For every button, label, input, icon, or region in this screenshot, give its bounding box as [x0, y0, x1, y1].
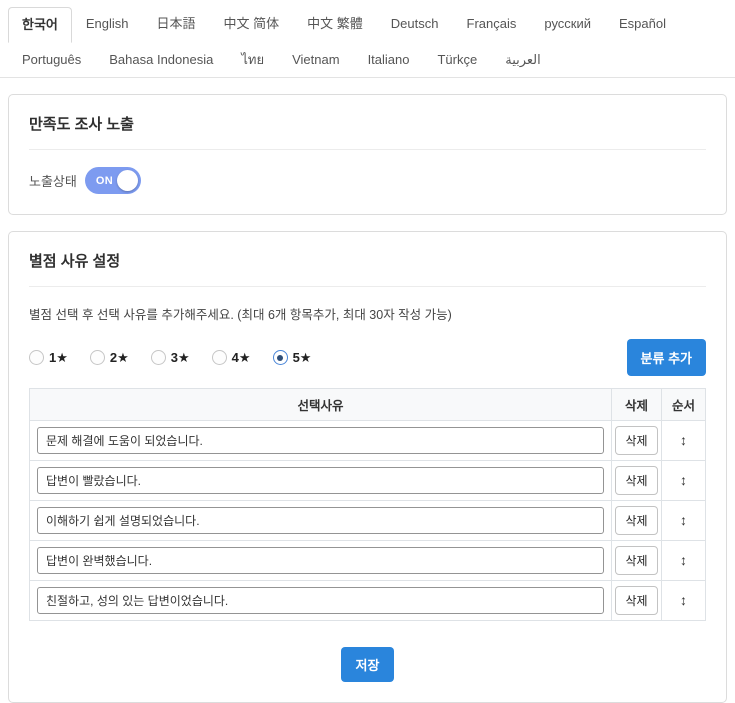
- add-category-button[interactable]: 분류 추가: [627, 339, 706, 376]
- language-tab-15[interactable]: العربية: [491, 42, 555, 78]
- star-radio-label: 2★: [110, 350, 129, 366]
- delete-cell: 삭제: [612, 461, 662, 501]
- radio-circle-icon[interactable]: [29, 350, 44, 365]
- language-tab-14[interactable]: Türkçe: [423, 42, 491, 78]
- delete-cell: 삭제: [612, 421, 662, 461]
- reorder-handle-icon[interactable]: ↕: [680, 592, 687, 608]
- star-radio-5[interactable]: 5★: [273, 350, 312, 366]
- language-tab-10[interactable]: Bahasa Indonesia: [95, 42, 227, 78]
- exposure-status-label: 노출상태: [29, 171, 77, 190]
- order-column-header: 순서: [662, 389, 706, 421]
- delete-cell: 삭제: [612, 581, 662, 621]
- reason-cell: [30, 421, 612, 461]
- star-radio-label: 3★: [171, 350, 190, 366]
- language-tab-2[interactable]: 日本語: [143, 6, 210, 42]
- star-radio-4[interactable]: 4★: [212, 350, 251, 366]
- delete-cell: 삭제: [612, 541, 662, 581]
- language-tab-12[interactable]: Vietnam: [278, 42, 353, 78]
- reason-table: 선택사유 삭제 순서 삭제 ↕ 삭제 ↕ 삭제 ↕ 삭제 ↕ 삭제 ↕: [29, 388, 706, 621]
- reason-input-4[interactable]: [37, 587, 604, 614]
- language-tab-bar: 한국어English日本語中文 简体中文 繁體DeutschFrançaisру…: [0, 0, 735, 78]
- toggle-knob-icon: [117, 170, 138, 191]
- star-radio-label: 1★: [49, 350, 68, 366]
- language-tab-4[interactable]: 中文 繁體: [293, 6, 377, 42]
- delete-button-0[interactable]: 삭제: [615, 426, 657, 455]
- toggle-on-text: ON: [96, 175, 113, 187]
- language-tab-6[interactable]: Français: [453, 6, 531, 42]
- survey-exposure-card: 만족도 조사 노출 노출상태 ON: [8, 94, 727, 215]
- reason-cell: [30, 501, 612, 541]
- radio-circle-icon[interactable]: [273, 350, 288, 365]
- delete-column-header: 삭제: [612, 389, 662, 421]
- reason-row-4: 삭제 ↕: [30, 581, 706, 621]
- delete-cell: 삭제: [612, 501, 662, 541]
- star-radio-label: 4★: [232, 350, 251, 366]
- language-tab-8[interactable]: Español: [605, 6, 680, 42]
- reason-row-0: 삭제 ↕: [30, 421, 706, 461]
- reason-input-2[interactable]: [37, 507, 604, 534]
- order-cell: ↕: [662, 581, 706, 621]
- radio-circle-icon[interactable]: [90, 350, 105, 365]
- language-tab-13[interactable]: Italiano: [354, 42, 424, 78]
- reason-column-header: 선택사유: [30, 389, 612, 421]
- reorder-handle-icon[interactable]: ↕: [680, 512, 687, 528]
- order-cell: ↕: [662, 501, 706, 541]
- reason-input-1[interactable]: [37, 467, 604, 494]
- star-radio-2[interactable]: 2★: [90, 350, 129, 366]
- reason-input-0[interactable]: [37, 427, 604, 454]
- reason-table-body: 삭제 ↕ 삭제 ↕ 삭제 ↕ 삭제 ↕ 삭제 ↕: [30, 421, 706, 621]
- delete-button-3[interactable]: 삭제: [615, 546, 657, 575]
- reorder-handle-icon[interactable]: ↕: [680, 472, 687, 488]
- star-radio-1[interactable]: 1★: [29, 350, 68, 366]
- language-tab-1[interactable]: English: [72, 6, 143, 42]
- star-radio-group: 1★ 2★ 3★ 4★ 5★: [29, 350, 311, 366]
- reason-cell: [30, 541, 612, 581]
- delete-button-4[interactable]: 삭제: [615, 586, 657, 615]
- survey-exposure-title: 만족도 조사 노출: [29, 113, 706, 134]
- language-tab-11[interactable]: ไทย: [227, 42, 278, 78]
- reason-input-3[interactable]: [37, 547, 604, 574]
- reason-cell: [30, 461, 612, 501]
- reason-row-1: 삭제 ↕: [30, 461, 706, 501]
- star-radio-3[interactable]: 3★: [151, 350, 190, 366]
- star-reason-description: 별점 선택 후 선택 사유를 추가해주세요. (최대 6개 항목추가, 최대 3…: [29, 304, 706, 323]
- order-cell: ↕: [662, 541, 706, 581]
- star-reason-title: 별점 사유 설정: [29, 250, 706, 271]
- reason-row-2: 삭제 ↕: [30, 501, 706, 541]
- order-cell: ↕: [662, 461, 706, 501]
- reason-cell: [30, 581, 612, 621]
- star-radio-label: 5★: [293, 350, 312, 366]
- radio-circle-icon[interactable]: [212, 350, 227, 365]
- language-tab-9[interactable]: Português: [8, 42, 95, 78]
- language-tab-5[interactable]: Deutsch: [377, 6, 453, 42]
- delete-button-2[interactable]: 삭제: [615, 506, 657, 535]
- divider: [29, 149, 706, 150]
- radio-circle-icon[interactable]: [151, 350, 166, 365]
- delete-button-1[interactable]: 삭제: [615, 466, 657, 495]
- language-tab-7[interactable]: русский: [530, 6, 605, 42]
- language-tab-3[interactable]: 中文 简体: [210, 6, 294, 42]
- language-tab-0[interactable]: 한국어: [8, 7, 72, 43]
- order-cell: ↕: [662, 421, 706, 461]
- exposure-toggle[interactable]: ON: [85, 167, 141, 194]
- divider: [29, 286, 706, 287]
- reason-row-3: 삭제 ↕: [30, 541, 706, 581]
- save-button[interactable]: 저장: [341, 647, 395, 682]
- reorder-handle-icon[interactable]: ↕: [680, 432, 687, 448]
- reorder-handle-icon[interactable]: ↕: [680, 552, 687, 568]
- star-reason-card: 별점 사유 설정 별점 선택 후 선택 사유를 추가해주세요. (최대 6개 항…: [8, 231, 727, 703]
